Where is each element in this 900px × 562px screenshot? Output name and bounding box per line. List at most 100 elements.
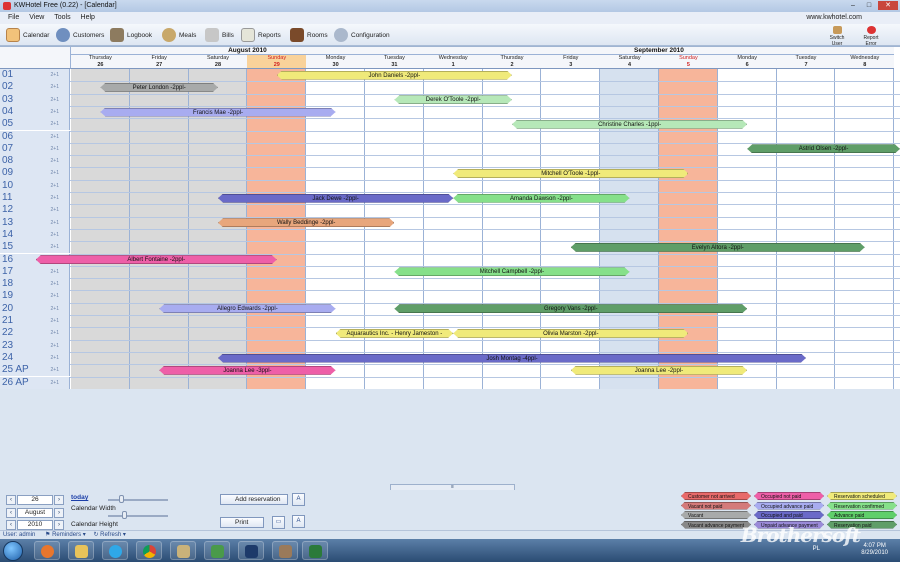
reservation-bar[interactable]: Astrid Olsen -2ppl- (747, 144, 900, 153)
reservation-bar[interactable]: Evelyn Altora -2ppl- (571, 243, 865, 252)
reservation-bar[interactable]: Josh Montag -4ppl- (218, 354, 806, 363)
system-clock[interactable]: 4:07 PM 8/29/2010 (861, 543, 888, 557)
room-label[interactable]: 05 2+1 (0, 118, 70, 131)
room-label[interactable]: 03 2+1 (0, 93, 70, 106)
month-spinner[interactable]: ‹ August › (6, 507, 64, 518)
taskbar-chrome[interactable] (136, 541, 162, 560)
meals-button[interactable]: Meals (162, 27, 196, 43)
reservation-bar[interactable]: Christine Charles -1ppl- (512, 120, 747, 129)
website-link[interactable]: www.kwhotel.com (806, 12, 862, 24)
menu-tools[interactable]: Tools (54, 12, 70, 24)
calendar-grid[interactable]: Thursday 26 Friday 27 Saturday 28 Sunday 29 Mond… (0, 46, 900, 480)
taskbar-tools[interactable] (170, 541, 196, 560)
day-header[interactable]: Wednesday 1 (423, 55, 483, 69)
room-label[interactable]: 09 2+1 (0, 167, 70, 180)
month-next-button[interactable]: › (54, 507, 64, 518)
day-header[interactable]: Tuesday 31 (365, 55, 424, 69)
taskbar-app[interactable] (272, 541, 298, 560)
reservation-bar[interactable]: Mitchell Campbell -2ppl- (394, 267, 629, 276)
room-label[interactable]: 22 2+1 (0, 327, 70, 340)
day-header[interactable]: Monday 30 (306, 55, 365, 69)
day-header[interactable]: Sunday 5 (659, 55, 718, 69)
room-label[interactable]: 18 2+1 (0, 278, 70, 291)
report-error-button[interactable]: Report Error (860, 26, 882, 47)
reservation-bar[interactable]: Olivia Marston -2ppl- (453, 329, 688, 338)
month-value[interactable]: August (17, 507, 53, 518)
reservation-bar[interactable]: Derek O'Toole -2ppl- (394, 95, 512, 104)
room-label[interactable]: 15 2+1 (0, 241, 70, 254)
room-label[interactable]: 23 2+1 (0, 339, 70, 352)
width-slider-handle[interactable] (119, 495, 124, 503)
day-header[interactable]: Thursday 2 (482, 55, 542, 69)
start-button[interactable] (3, 541, 23, 561)
room-label[interactable]: 20 2+1 (0, 302, 70, 315)
day-spinner[interactable]: ‹ 26 › (6, 494, 64, 505)
room-label[interactable]: 02 2+1 (0, 81, 70, 94)
today-link[interactable]: today (71, 494, 88, 501)
day-header[interactable]: Monday 6 (717, 55, 777, 69)
maximize-button[interactable]: □ (862, 1, 876, 10)
reservation-bar[interactable]: Mitchell O'Toole -1ppl- (453, 169, 688, 178)
add-reservation-button[interactable]: Add reservation (220, 494, 288, 505)
reports-button[interactable]: Reports (241, 27, 281, 43)
reservation-bar[interactable]: Aquarautics Inc. - Henry Jameston - (336, 329, 454, 338)
menu-view[interactable]: View (29, 12, 44, 24)
day-header[interactable]: Saturday 28 (188, 55, 248, 69)
room-label[interactable]: 07 2+1 (0, 142, 70, 156)
reservation-bar[interactable]: Amanda Dawson -2ppl- (453, 194, 629, 203)
reservation-bar[interactable]: John Daniels -2ppl- (277, 71, 512, 80)
room-label[interactable]: 24 2+1 (0, 351, 70, 365)
year-prev-button[interactable]: ‹ (6, 519, 16, 530)
taskbar-skype[interactable] (102, 541, 128, 560)
reservation-bar[interactable]: Jack Dewe -2ppl- (218, 194, 453, 203)
calendar-button[interactable]: Calendar (6, 27, 49, 43)
reservation-bar[interactable]: Albert Fontaine -2ppl- (36, 255, 277, 264)
room-label[interactable]: 25 AP 2+1 (0, 364, 70, 377)
height-slider-handle[interactable] (121, 511, 127, 519)
room-label[interactable]: 26 AP 2+1 (0, 376, 70, 389)
taskbar-excel[interactable] (302, 541, 328, 560)
reservation-bar[interactable]: Allegro Edwards -2ppl- (159, 304, 335, 313)
reservation-bar[interactable]: Joanna Lee -2ppl- (571, 366, 747, 375)
year-spinner[interactable]: ‹ 2010 › (6, 519, 64, 530)
day-header[interactable]: Thursday 26 (71, 55, 130, 69)
bills-button[interactable]: Bills (205, 27, 234, 43)
minimize-button[interactable]: – (846, 1, 860, 10)
find-button[interactable]: A (292, 493, 305, 506)
refresh-button[interactable]: ↻ Refresh ▾ (93, 532, 125, 538)
page-setup-button[interactable]: ▭ (272, 516, 285, 529)
room-label[interactable]: 12 2+1 (0, 204, 70, 217)
print-button[interactable]: Print (220, 517, 264, 528)
taskbar-explorer[interactable] (68, 541, 94, 560)
year-value[interactable]: 2010 (17, 519, 53, 530)
day-next-button[interactable]: › (54, 494, 64, 505)
taskbar-kwhotel[interactable] (204, 541, 230, 560)
switch-user-button[interactable]: Switch User (826, 26, 848, 47)
reservation-bar[interactable]: Francis Mae -2ppl- (100, 108, 335, 117)
day-header[interactable]: Tuesday 7 (776, 55, 836, 69)
room-label[interactable]: 01 2+1 (0, 69, 70, 82)
filter-button[interactable]: A (292, 515, 305, 528)
room-label[interactable]: 08 2+1 (0, 155, 70, 168)
day-header[interactable]: Sunday 29 (247, 55, 307, 69)
month-prev-button[interactable]: ‹ (6, 507, 16, 518)
room-label[interactable]: 10 2+1 (0, 179, 70, 192)
reservation-bar[interactable]: Wally Beddinge -2ppl- (218, 218, 394, 227)
menu-file[interactable]: File (8, 12, 19, 24)
room-label[interactable]: 17 2+1 (0, 265, 70, 279)
reservation-bar[interactable]: Joanna Lee -3ppl- (159, 366, 335, 375)
reservation-bar[interactable]: Gregory Vans -2ppl- (394, 304, 747, 313)
room-label[interactable]: 06 2+1 (0, 130, 70, 143)
customers-button[interactable]: Customers (56, 27, 104, 43)
day-prev-button[interactable]: ‹ (6, 494, 16, 505)
close-button[interactable]: ✕ (878, 1, 898, 10)
taskbar-photoshop[interactable] (238, 541, 264, 560)
reservation-bar[interactable]: Peter London -2ppl- (100, 83, 218, 92)
year-next-button[interactable]: › (54, 519, 64, 530)
day-header[interactable]: Wednesday 8 (835, 55, 895, 69)
height-slider-track[interactable] (108, 515, 168, 517)
room-label[interactable]: 11 2+1 (0, 192, 70, 205)
reminders-button[interactable]: ⚑ Reminders ▾ (45, 532, 86, 538)
room-label[interactable]: 21 2+1 (0, 315, 70, 328)
taskbar-firefox[interactable] (34, 541, 60, 560)
